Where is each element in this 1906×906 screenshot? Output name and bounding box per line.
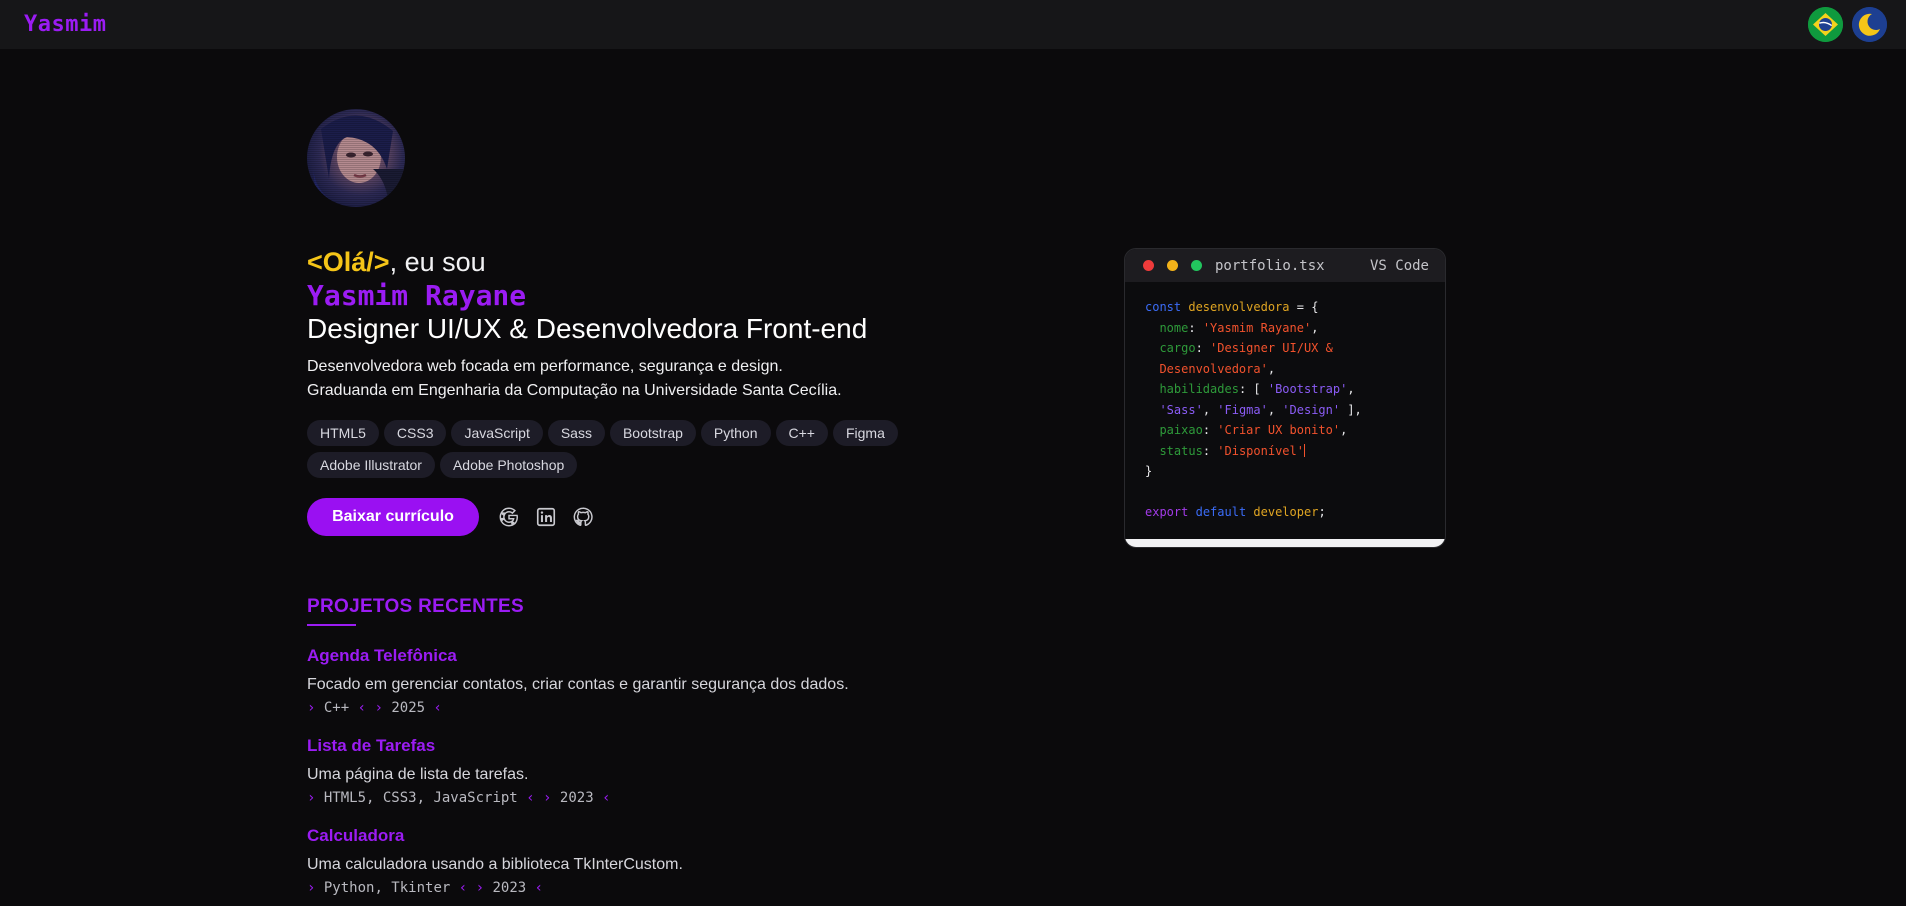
project-item: Agenda Telefônica Focado em gerenciar co… <box>307 646 1007 716</box>
code-line: status: 'Disponível' <box>1159 443 1305 458</box>
top-navbar: Yasmim <box>0 0 1906 49</box>
project-meta: › C++ ‹ › 2025 ‹ <box>307 700 442 716</box>
code-line: 'Sass', 'Figma', 'Design' ], <box>1159 402 1362 417</box>
code-window: portfolio.tsx VS Code const desenvolvedo… <box>1124 248 1446 548</box>
code-line: habilidades: [ 'Bootstrap', <box>1159 382 1355 396</box>
skill-chip: Figma <box>832 420 898 446</box>
brazil-flag-icon <box>1808 7 1843 42</box>
navbar-actions <box>1808 7 1887 42</box>
code-file-name: portfolio.tsx <box>1215 257 1325 274</box>
skill-chip: Bootstrap <box>609 420 696 446</box>
project-title[interactable]: Lista de Tarefas <box>307 736 1007 756</box>
hero-actions: Baixar currículo <box>307 498 594 536</box>
moon-icon <box>1852 7 1887 42</box>
code-line: nome: 'Yasmim Rayane', <box>1159 320 1319 335</box>
code-editor-name: VS Code <box>1369 257 1429 274</box>
full-name: Yasmim Rayane <box>307 279 527 312</box>
skill-chip: HTML5 <box>307 420 379 446</box>
language-toggle-button[interactable] <box>1808 7 1843 42</box>
section-underline <box>307 624 356 626</box>
close-dot-icon <box>1143 260 1154 271</box>
skill-chip: CSS3 <box>383 420 447 446</box>
skill-chip: Python <box>700 420 771 446</box>
linkedin-icon[interactable] <box>535 506 557 528</box>
code-window-footer <box>1125 539 1445 547</box>
social-links <box>498 506 594 528</box>
bio-line: Desenvolvedora web focada em performance… <box>307 358 783 375</box>
skill-chip: Adobe Photoshop <box>439 452 578 478</box>
project-description: Focado em gerenciar contatos, criar cont… <box>307 676 849 693</box>
code-line: } <box>1145 464 1153 478</box>
project-item: Calculadora Uma calculadora usando a bib… <box>307 826 1007 896</box>
code-content: const desenvolvedora = { nome: 'Yasmim R… <box>1125 282 1445 523</box>
skill-chip: Adobe Illustrator <box>307 452 435 478</box>
avatar-photo <box>307 109 405 207</box>
project-meta: › Python, Tkinter ‹ › 2023 ‹ <box>307 880 544 896</box>
project-item: Lista de Tarefas Uma página de lista de … <box>307 736 1007 806</box>
code-line: export default developer; <box>1145 505 1326 519</box>
skill-chip: JavaScript <box>451 420 543 446</box>
brand-logo[interactable]: Yasmim <box>24 12 106 37</box>
download-cv-button[interactable]: Baixar currículo <box>307 498 479 536</box>
code-line: Desenvolvedora', <box>1159 361 1276 376</box>
skill-chip: C++ <box>775 420 828 446</box>
project-description: Uma página de lista de tarefas. <box>307 766 529 783</box>
project-description: Uma calculadora usando a biblioteca TkIn… <box>307 856 683 873</box>
code-line: const desenvolvedora = { <box>1145 300 1319 314</box>
text-cursor <box>1303 443 1305 457</box>
project-meta: › HTML5, CSS3, JavaScript ‹ › 2023 ‹ <box>307 790 611 806</box>
code-line: paixao: 'Criar UX bonito', <box>1159 423 1348 437</box>
minimize-dot-icon <box>1167 260 1178 271</box>
recent-projects-section: PROJETOS RECENTES Agenda Telefônica Foca… <box>307 596 1007 896</box>
skills-list: HTML5 CSS3 JavaScript Sass Bootstrap Pyt… <box>307 420 947 478</box>
project-title[interactable]: Agenda Telefônica <box>307 646 1007 666</box>
code-window-titlebar: portfolio.tsx VS Code <box>1125 249 1445 282</box>
github-icon[interactable] <box>572 506 594 528</box>
greeting: <Olá/>, eu sou <box>307 247 486 278</box>
maximize-dot-icon <box>1191 260 1202 271</box>
hero-section: <Olá/>, eu sou Yasmim Rayane Designer UI… <box>307 109 1027 536</box>
greeting-highlight: <Olá/> <box>307 247 390 277</box>
theme-toggle-button[interactable] <box>1852 7 1887 42</box>
section-title: PROJETOS RECENTES <box>307 596 524 617</box>
code-line: cargo: 'Designer UI/UX & <box>1159 341 1333 355</box>
google-icon[interactable] <box>498 506 520 528</box>
project-title[interactable]: Calculadora <box>307 826 1007 846</box>
greeting-text: , eu sou <box>389 247 486 277</box>
avatar <box>307 109 405 207</box>
bio-line: Graduanda em Engenharia da Computação na… <box>307 382 842 399</box>
skill-chip: Sass <box>547 420 605 446</box>
bio: Desenvolvedora web focada em performance… <box>307 355 842 403</box>
job-title: Designer UI/UX & Desenvolvedora Front-en… <box>307 313 868 344</box>
